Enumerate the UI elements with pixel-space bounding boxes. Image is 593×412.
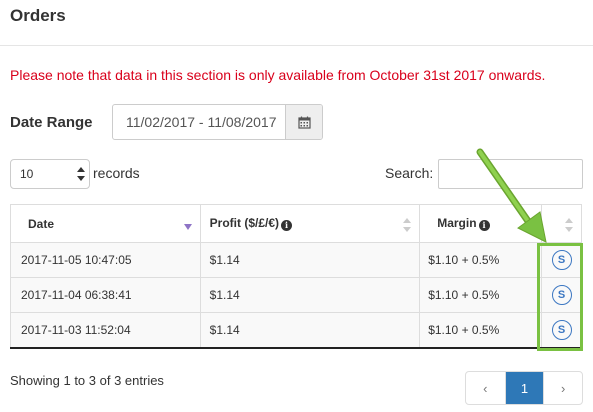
date-range-picker[interactable]: [112, 104, 323, 140]
sort-descending-icon: [183, 224, 192, 230]
pagination-previous-button[interactable]: ‹: [466, 372, 505, 404]
column-header-label: Date: [28, 216, 55, 231]
search-label: Search:: [385, 165, 434, 181]
cell-margin: $1.10 + 0.5%: [419, 312, 543, 349]
records-per-page-value: 10: [20, 167, 34, 181]
records-per-page-select[interactable]: 10: [10, 159, 90, 189]
records-label: records: [93, 165, 140, 181]
entries-info: Showing 1 to 3 of 3 entries: [10, 373, 164, 388]
cell-date: 2017-11-03 11:52:04: [10, 312, 201, 349]
date-range-calendar-button[interactable]: [285, 105, 322, 139]
sort-icon: [403, 218, 412, 232]
cell-date: 2017-11-04 06:38:41: [10, 277, 201, 313]
cell-profit: $1.14: [199, 277, 421, 313]
header-divider: [0, 45, 593, 46]
info-icon[interactable]: i: [281, 220, 293, 231]
pagination-next-button[interactable]: ›: [543, 372, 582, 404]
table-row: 2017-11-03 11:52:04 $1.14 $1.10 + 0.5% S: [10, 312, 582, 349]
select-arrows-icon: [77, 167, 85, 181]
column-header-date[interactable]: Date: [10, 204, 201, 243]
table-row: 2017-11-04 06:38:41 $1.14 $1.10 + 0.5% S: [10, 277, 582, 313]
date-range-label: Date Range: [10, 114, 93, 131]
cell-date: 2017-11-05 10:47:05: [10, 242, 201, 278]
pagination: ‹ 1 ›: [465, 371, 583, 405]
data-availability-notice: Please note that data in this section is…: [10, 67, 546, 83]
cell-profit: $1.14: [199, 312, 421, 349]
pagination-page-button[interactable]: 1: [504, 372, 544, 404]
page-title: Orders: [10, 6, 66, 25]
annotation-arrow-icon: [476, 148, 547, 243]
cell-margin: $1.10 + 0.5%: [419, 277, 543, 313]
table-row: 2017-11-05 10:47:05 $1.14 $1.10 + 0.5% S: [10, 242, 582, 278]
column-header-profit[interactable]: Profit ($/£/€) i: [199, 204, 421, 243]
cell-profit: $1.14: [199, 242, 421, 278]
cell-margin: $1.10 + 0.5%: [419, 242, 543, 278]
calendar-icon: [297, 116, 311, 129]
date-range-input[interactable]: [113, 105, 287, 139]
sort-icon: [565, 218, 573, 232]
highlight-box: [537, 243, 583, 351]
column-header-label: Profit ($/£/€): [209, 216, 280, 230]
